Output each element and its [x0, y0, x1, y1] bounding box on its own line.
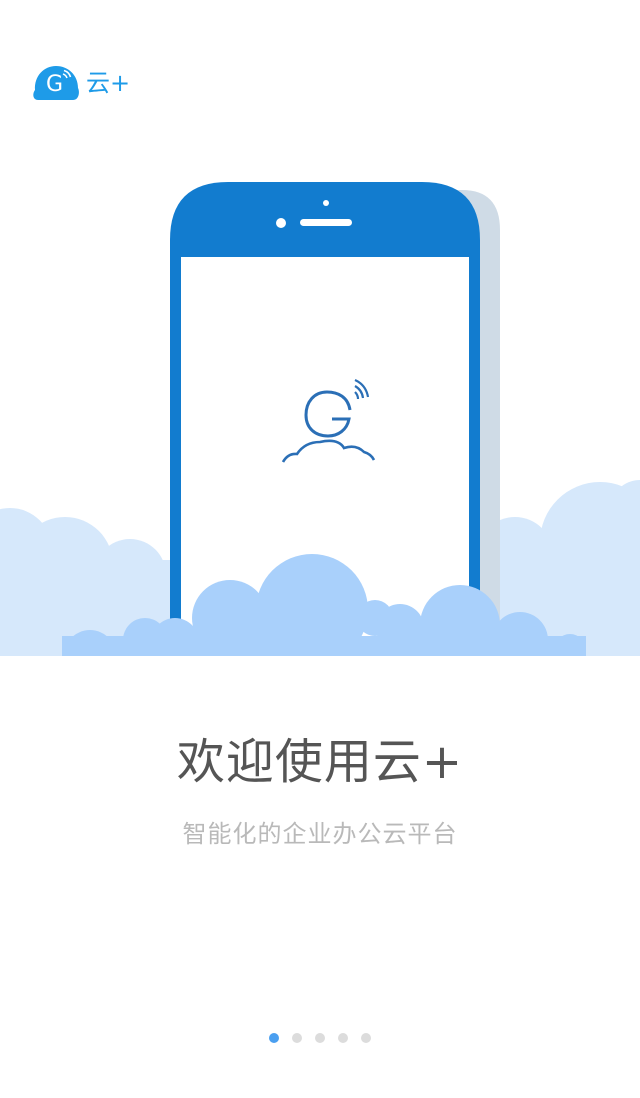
phone-sensor	[323, 200, 329, 206]
welcome-title: 欢迎使用云+	[176, 734, 464, 790]
onboarding-page: G 云+ 欢迎使用云+ 智能化的企业办公云平台	[0, 0, 640, 1098]
brand-name: 云+	[86, 69, 131, 97]
welcome-subtitle: 智能化的企业办公云平台	[182, 820, 458, 848]
phone-camera	[276, 218, 286, 228]
phone-speaker	[300, 219, 352, 226]
page-dot-1[interactable]	[269, 1033, 279, 1043]
svg-text:G: G	[46, 72, 63, 97]
page-dot-3[interactable]	[315, 1033, 325, 1043]
page-indicator	[0, 1033, 640, 1045]
phone-cloud-illustration	[0, 182, 640, 656]
cloud-g-logo-icon: G	[33, 66, 79, 100]
page-dot-5[interactable]	[361, 1033, 371, 1043]
page-dot-4[interactable]	[338, 1033, 348, 1043]
page-dot-2[interactable]	[292, 1033, 302, 1043]
hero-illustration	[0, 170, 640, 656]
brand-logo: G 云+	[32, 62, 130, 104]
